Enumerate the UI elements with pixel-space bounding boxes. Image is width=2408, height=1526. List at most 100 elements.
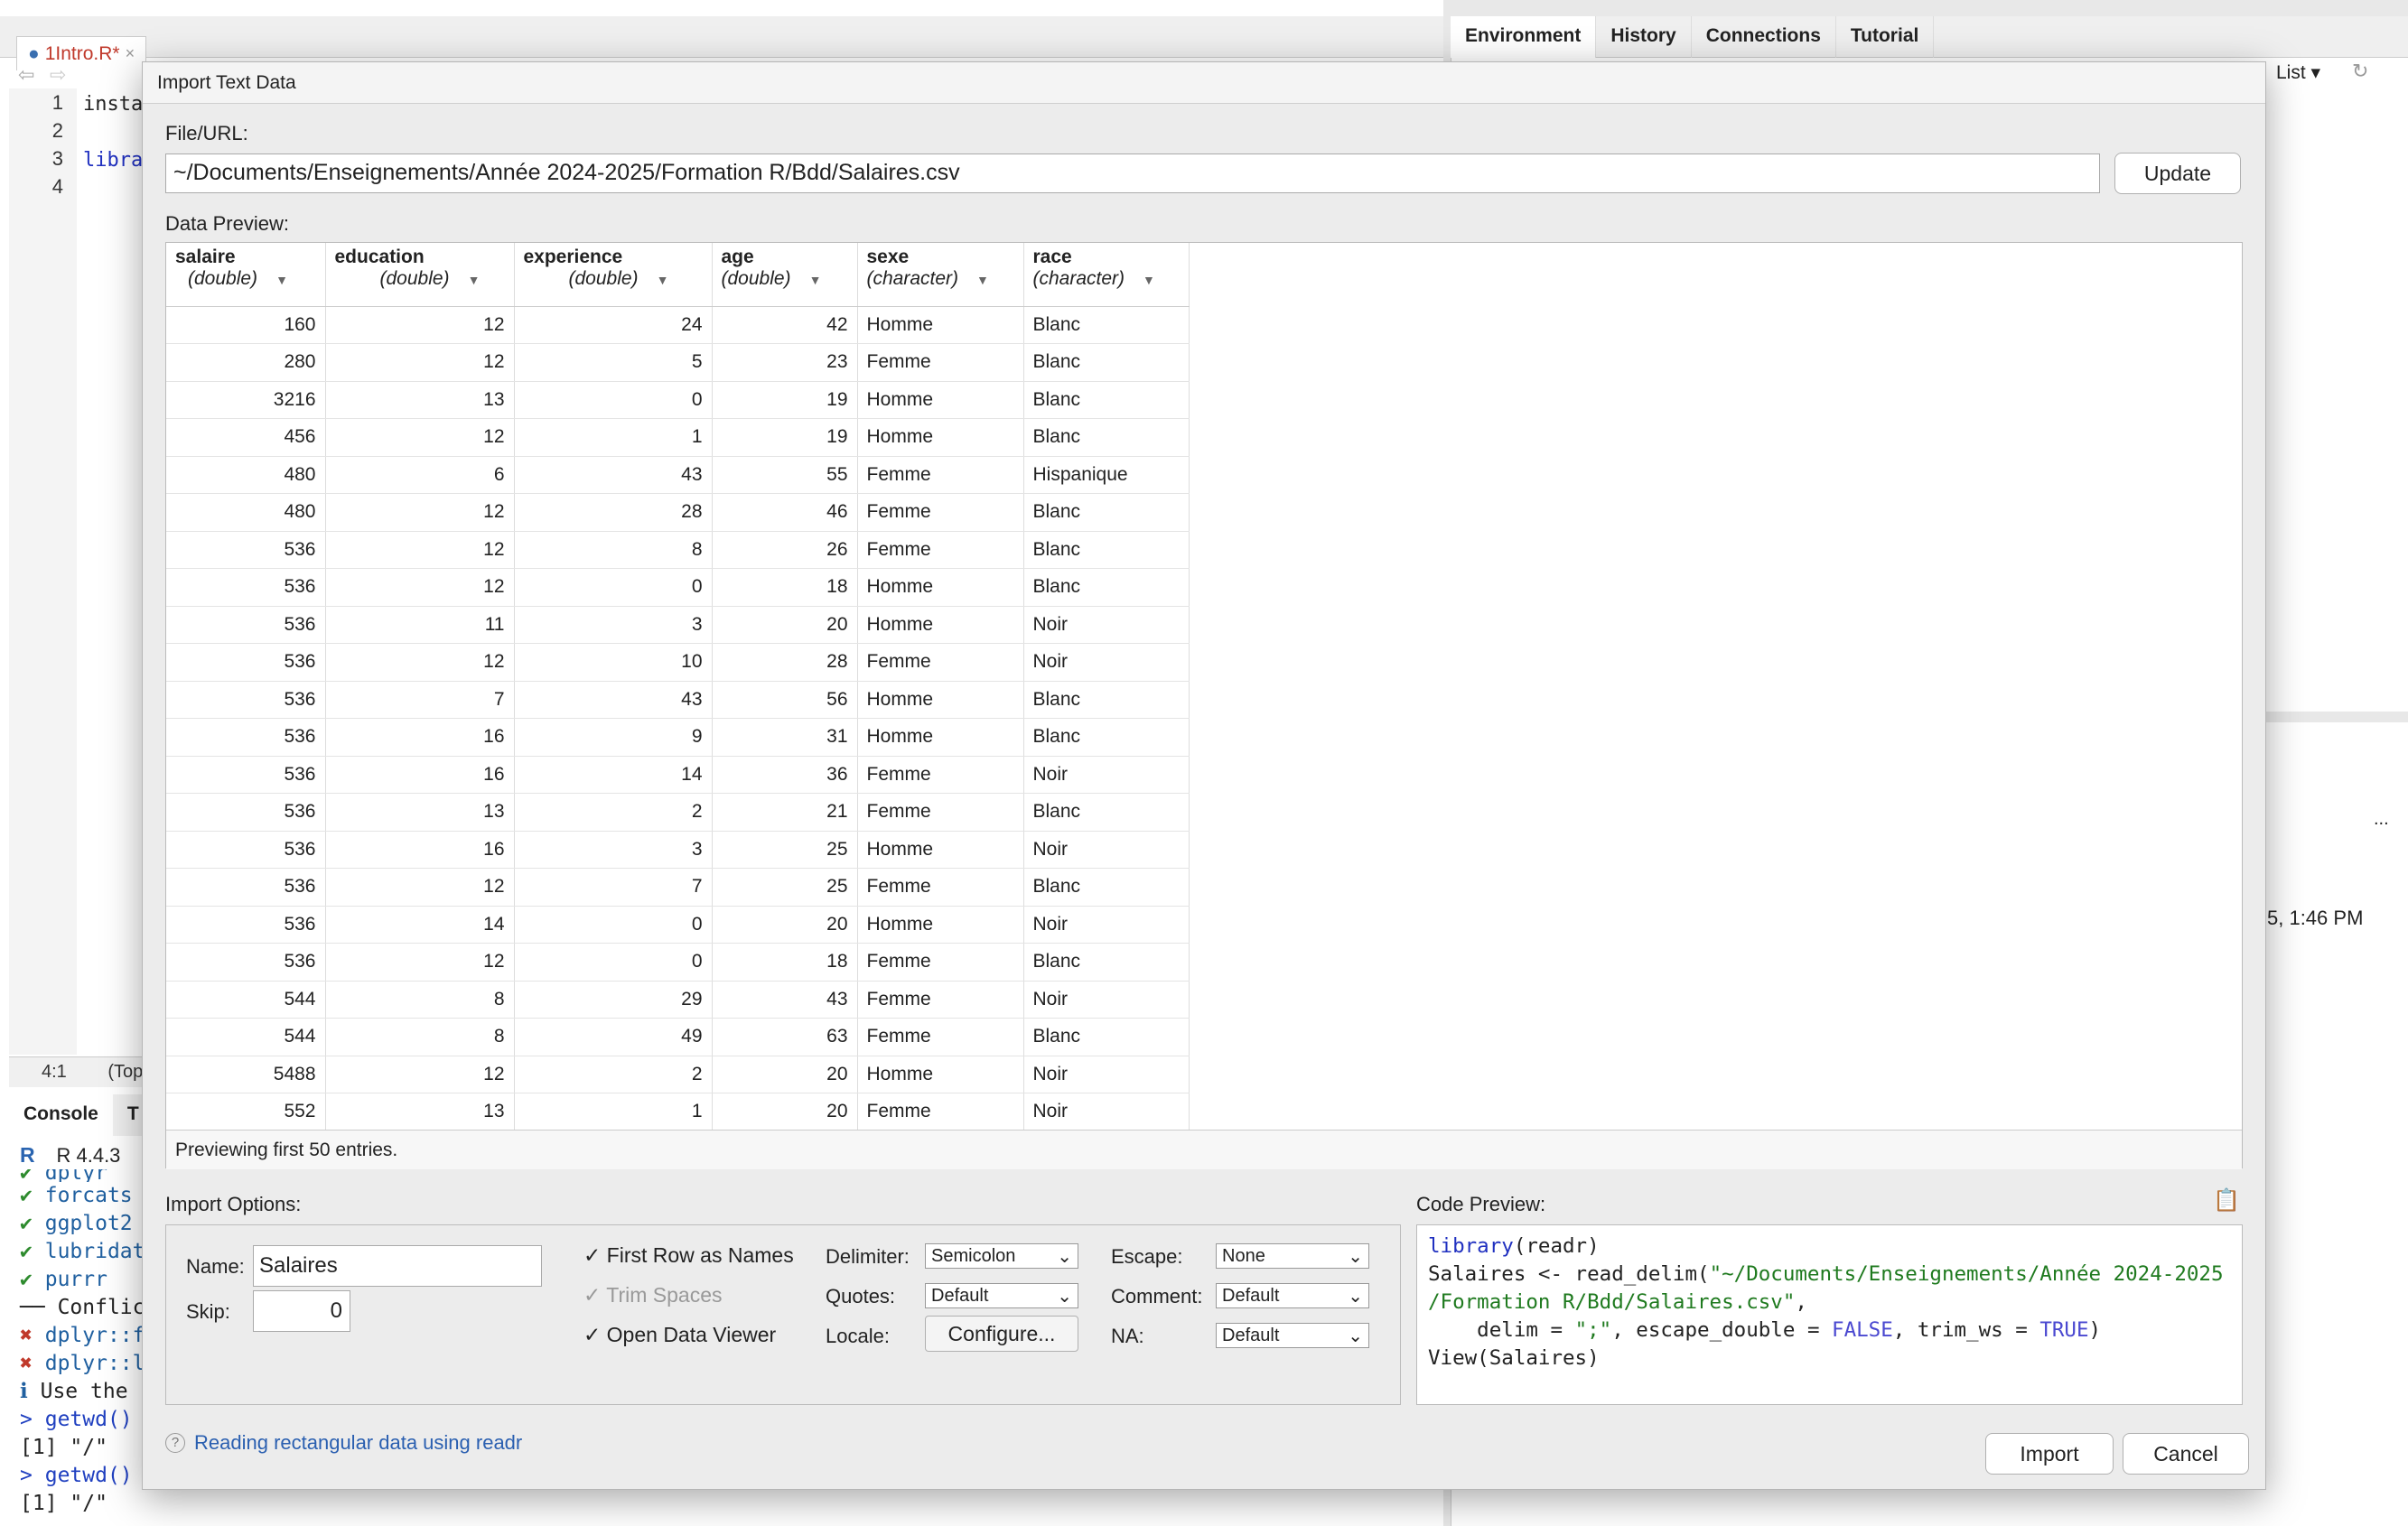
code-line[interactable]: libra	[83, 146, 143, 174]
column-type-caret-icon[interactable]: ▼	[657, 273, 669, 287]
chevron-down-icon: ⌄	[1057, 1286, 1072, 1307]
column-header-age[interactable]: age (double) ▼	[712, 243, 858, 307]
locale-label: Locale:	[826, 1325, 890, 1347]
help-link[interactable]: ? Reading rectangular data using readr	[165, 1431, 522, 1455]
table-cell: 29	[514, 981, 713, 1019]
tab-connections[interactable]: Connections	[1692, 16, 1836, 58]
table-cell: 31	[712, 718, 858, 757]
name-input[interactable]: Salaires	[253, 1245, 542, 1287]
table-row: 480 6 43 55 Femme Hispanique	[166, 456, 1190, 494]
table-cell: 8	[325, 981, 515, 1019]
table-row: 480 12 28 46 Femme Blanc	[166, 493, 1190, 532]
table-cell: 480	[166, 456, 326, 494]
table-cell: 18	[712, 943, 858, 982]
column-header-experience[interactable]: experience (double) ▼	[514, 243, 713, 307]
clipboard-icon[interactable]: 📋	[2213, 1187, 2240, 1214]
scope-indicator[interactable]: (Top	[107, 1062, 143, 1082]
table-cell: 3216	[166, 381, 326, 419]
table-cell: 536	[166, 568, 326, 607]
list-view-dropdown[interactable]: List ▾	[2276, 61, 2320, 84]
table-cell: 536	[166, 643, 326, 682]
table-cell: 536	[166, 943, 326, 982]
table-cell: Blanc	[1023, 531, 1190, 569]
code-line[interactable]: insta	[83, 90, 143, 118]
comment-select[interactable]: Default ⌄	[1216, 1283, 1369, 1308]
table-cell: Homme	[857, 306, 1024, 344]
cancel-button[interactable]: Cancel	[2123, 1433, 2249, 1475]
tab-tutorial[interactable]: Tutorial	[1836, 16, 1935, 58]
column-type-caret-icon[interactable]: ▼	[1143, 273, 1155, 287]
configure-button[interactable]: Configure...	[925, 1316, 1078, 1352]
forward-arrow-icon[interactable]: ⇨	[50, 63, 66, 87]
table-cell: 12	[325, 1056, 515, 1093]
table-row: 552 13 1 20 Femme Noir	[166, 1093, 1190, 1131]
code-preview[interactable]: library(readr) Salaires <- read_delim("~…	[1416, 1224, 2243, 1405]
column-type-caret-icon[interactable]: ▼	[468, 273, 481, 287]
table-cell: 25	[712, 868, 858, 907]
table-cell: 536	[166, 906, 326, 944]
column-type-caret-icon[interactable]: ▼	[809, 273, 822, 287]
data-preview-table: salaire (double) ▼ education (double) ▼ expe…	[166, 243, 1190, 1131]
table-cell: 21	[712, 793, 858, 832]
escape-select[interactable]: None ⌄	[1216, 1243, 1369, 1269]
table-cell: 25	[712, 831, 858, 869]
table-cell: 36	[712, 756, 858, 794]
table-cell: 480	[166, 493, 326, 532]
update-button[interactable]: Update	[2114, 153, 2241, 194]
na-select[interactable]: Default ⌄	[1216, 1323, 1369, 1348]
file-tab-label: 1Intro.R*	[44, 42, 120, 64]
table-cell: 28	[514, 493, 713, 532]
escape-label: Escape:	[1111, 1245, 1183, 1268]
table-cell: 536	[166, 756, 326, 794]
column-type-caret-icon[interactable]: ▼	[275, 273, 288, 287]
table-cell: 6	[325, 456, 515, 494]
r-file-icon: ●	[28, 42, 40, 64]
back-arrow-icon[interactable]: ⇦	[18, 63, 34, 87]
table-cell: Homme	[857, 1056, 1024, 1093]
table-cell: 544	[166, 1018, 326, 1056]
line-gutter: 1 2 3 4	[9, 88, 77, 1055]
column-type-caret-icon[interactable]: ▼	[976, 273, 989, 287]
refresh-icon[interactable]: ↻	[2352, 60, 2368, 83]
tab-history[interactable]: History	[1596, 16, 1692, 58]
table-cell: Blanc	[1023, 568, 1190, 607]
line-number: 4	[51, 175, 63, 198]
table-cell: 43	[514, 456, 713, 494]
table-cell: 2	[514, 793, 713, 832]
table-row: 456 12 1 19 Homme Blanc	[166, 418, 1190, 457]
column-header-salaire[interactable]: salaire (double) ▼	[166, 243, 326, 307]
table-cell: Homme	[857, 418, 1024, 457]
more-options-icon[interactable]: ...	[2374, 809, 2389, 830]
close-icon[interactable]: ×	[126, 44, 135, 63]
file-tab[interactable]: ● 1Intro.R* ×	[16, 36, 147, 70]
import-button[interactable]: Import	[1985, 1433, 2114, 1475]
first-row-as-names-checkbox[interactable]: ✓ First Row as Names	[583, 1243, 794, 1268]
file-url-input[interactable]: ~/Documents/Enseignements/Année 2024-202…	[165, 154, 2100, 193]
skip-input[interactable]: 0	[253, 1290, 350, 1332]
delimiter-select[interactable]: Semicolon ⌄	[925, 1243, 1078, 1269]
table-cell: Blanc	[1023, 868, 1190, 907]
column-header-education[interactable]: education (double) ▼	[325, 243, 515, 307]
table-cell: 160	[166, 306, 326, 344]
table-cell: 26	[712, 531, 858, 569]
preview-footer: Previewing first 50 entries.	[166, 1130, 2242, 1169]
table-cell: 13	[325, 381, 515, 419]
column-header-race[interactable]: race (character) ▼	[1023, 243, 1190, 307]
column-header-sexe[interactable]: sexe (character) ▼	[857, 243, 1024, 307]
table-cell: 12	[325, 306, 515, 344]
table-cell: 14	[514, 756, 713, 794]
help-icon: ?	[165, 1433, 185, 1453]
quotes-select[interactable]: Default ⌄	[925, 1283, 1078, 1308]
tab-console[interactable]: Console	[9, 1094, 113, 1136]
table-cell: 19	[712, 381, 858, 419]
table-cell: 552	[166, 1093, 326, 1131]
tab-environment[interactable]: Environment	[1451, 16, 1597, 58]
table-cell: 7	[325, 681, 515, 719]
table-cell: 3	[514, 831, 713, 869]
table-cell: Blanc	[1023, 493, 1190, 532]
checkmark-icon: ✓	[583, 1323, 602, 1346]
open-data-viewer-checkbox[interactable]: ✓ Open Data Viewer	[583, 1323, 776, 1347]
table-cell: Femme	[857, 756, 1024, 794]
code-preview-label: Code Preview:	[1416, 1193, 1546, 1215]
table-cell: Noir	[1023, 1056, 1190, 1093]
